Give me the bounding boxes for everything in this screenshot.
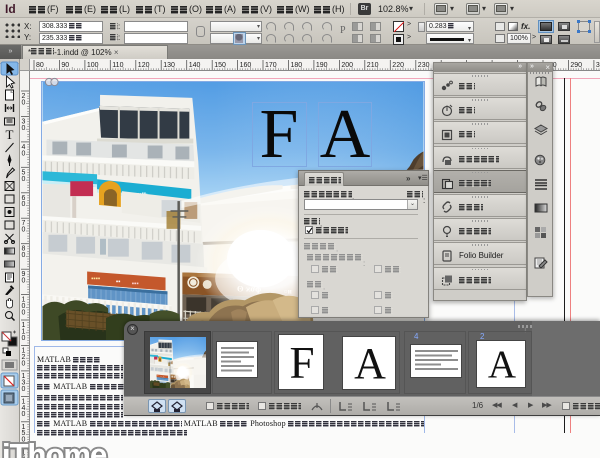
svg-text:160: 160 (240, 62, 252, 69)
svg-text:▪▪: ▪▪ (116, 278, 121, 285)
svg-text:230: 230 (418, 62, 430, 69)
svg-text:90: 90 (61, 62, 69, 69)
svg-text:▪▪▪▪: ▪▪▪▪ (91, 275, 100, 282)
svg-text:190: 190 (316, 62, 328, 69)
svg-text:80: 80 (36, 62, 44, 69)
svg-text:300: 300 (596, 62, 600, 69)
svg-text:290: 290 (570, 62, 582, 69)
svg-text:0: 0 (22, 360, 26, 367)
svg-text:0: 0 (22, 411, 26, 418)
svg-text:0: 0 (22, 176, 26, 183)
svg-text:150: 150 (214, 62, 226, 69)
svg-text:200: 200 (341, 62, 353, 69)
svg-text:0: 0 (22, 227, 26, 234)
svg-text:0: 0 (22, 252, 26, 259)
svg-text:130: 130 (163, 62, 175, 69)
svg-text:0: 0 (22, 335, 26, 342)
svg-text:0: 0 (22, 125, 26, 132)
svg-text:▪▪▪: ▪▪▪ (132, 280, 139, 287)
svg-text:100: 100 (87, 62, 99, 69)
svg-text:0: 0 (22, 99, 26, 106)
svg-text:210: 210 (367, 62, 379, 69)
svg-text:180: 180 (291, 62, 303, 69)
svg-text:120: 120 (138, 62, 150, 69)
svg-text:0: 0 (22, 201, 26, 208)
svg-text:220: 220 (392, 62, 404, 69)
svg-text:170: 170 (265, 62, 277, 69)
svg-text:0: 0 (22, 309, 26, 316)
svg-text:T: T (6, 127, 14, 142)
svg-text:140: 140 (189, 62, 201, 69)
svg-text:0: 0 (22, 386, 26, 393)
svg-text:0: 0 (22, 150, 26, 157)
svg-text:0: 0 (22, 278, 26, 285)
svg-text:110: 110 (112, 62, 123, 69)
